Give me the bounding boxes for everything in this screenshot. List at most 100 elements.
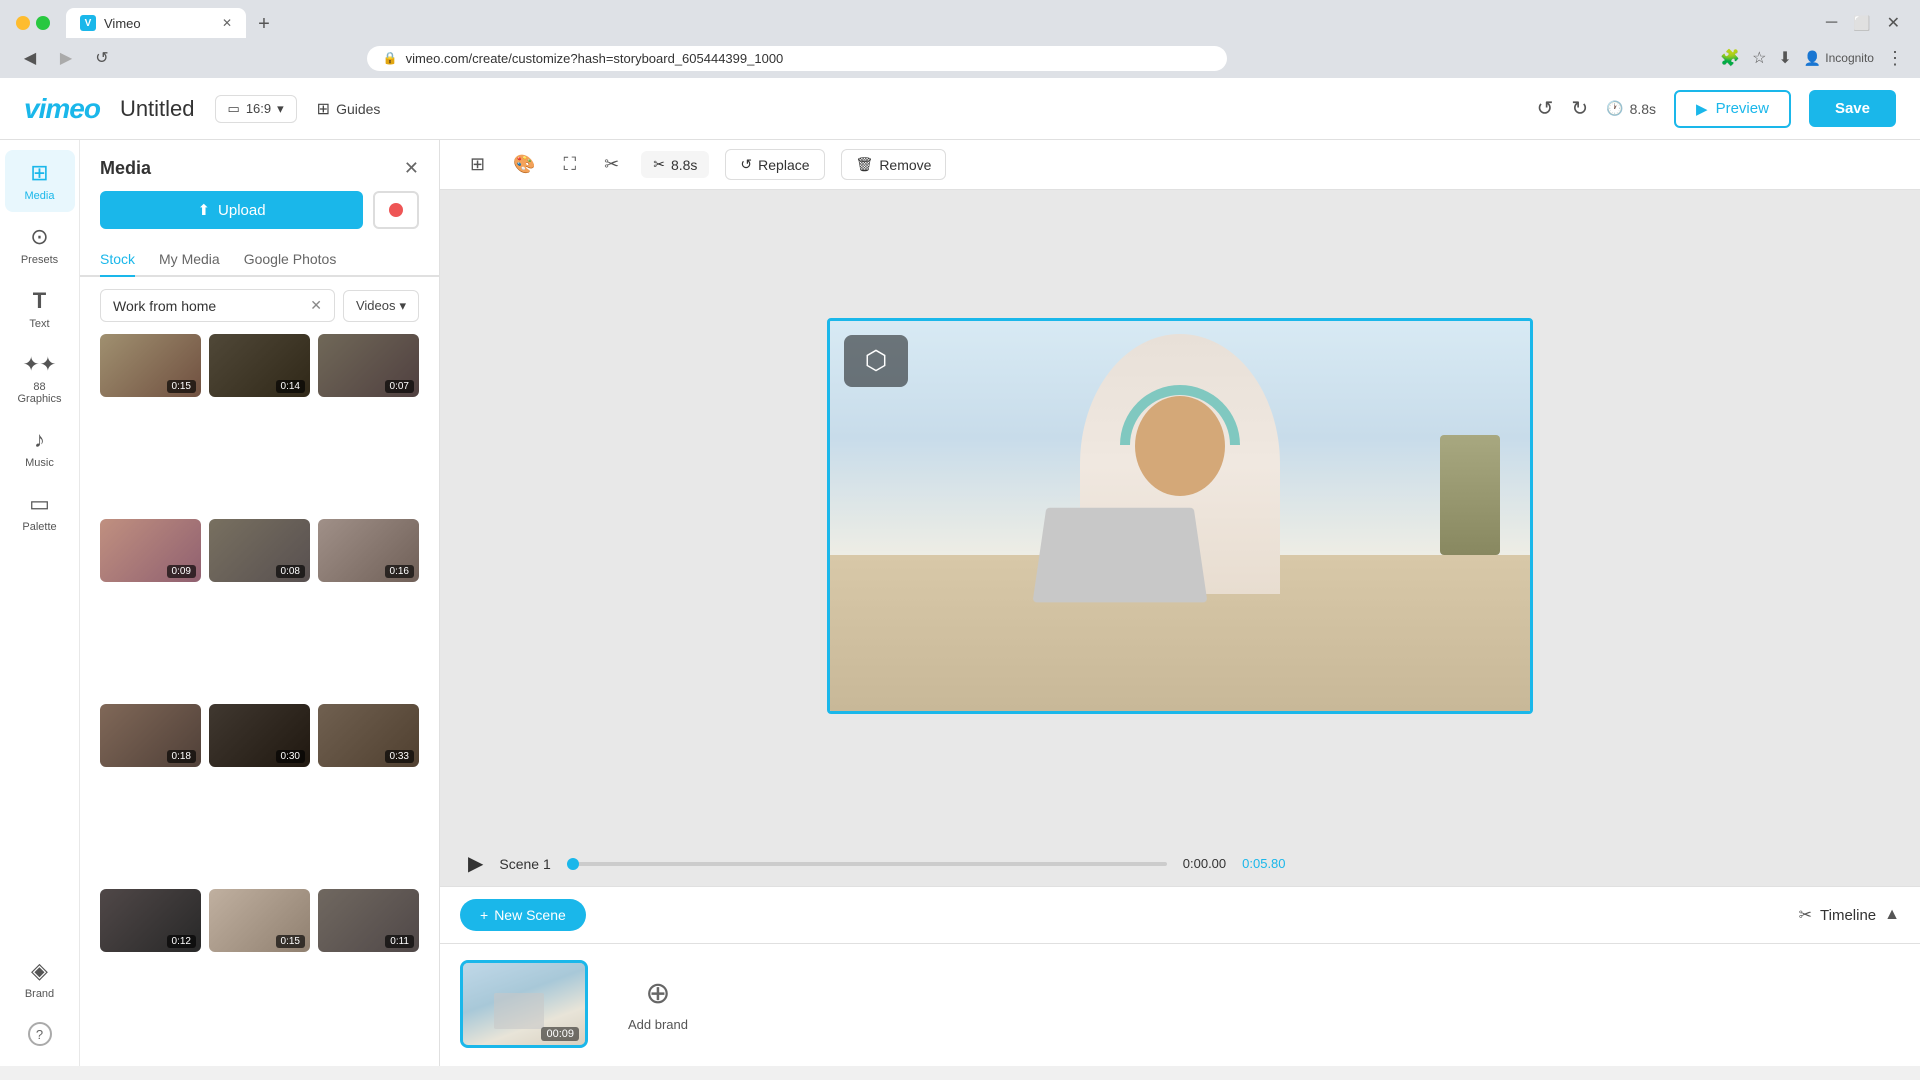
win-minimize-btn[interactable]: ─	[1826, 13, 1837, 33]
list-item[interactable]: 0:09	[100, 519, 201, 582]
music-icon: ♪	[34, 427, 45, 453]
remove-btn[interactable]: 🗑 Remove	[841, 149, 947, 180]
palette-label: Palette	[22, 521, 56, 533]
tab-stock[interactable]: Stock	[100, 243, 135, 277]
media-tabs: Stock My Media Google Photos	[80, 243, 439, 277]
time-current: 0:00.00	[1183, 856, 1226, 871]
extensions-btn[interactable]: 🧩	[1720, 48, 1740, 68]
guides-label: Guides	[336, 101, 380, 117]
address-bar[interactable]: 🔒 vimeo.com/create/customize?hash=storyb…	[367, 46, 1227, 71]
bookmark-btn[interactable]: ☆	[1752, 48, 1766, 68]
timeline-label-group: ✂ Timeline ▲	[1799, 905, 1900, 925]
browser-toolbar-right: 🧩 ☆ ⬇ 👤 Incognito ⋮	[1720, 48, 1904, 69]
new-tab-btn[interactable]: +	[250, 10, 278, 38]
guides-btn[interactable]: ⊞ Guides	[317, 99, 381, 119]
browser-addressbar: ◀ ▶ ↺ 🔒 vimeo.com/create/customize?hash=…	[0, 38, 1920, 78]
tab-my-media[interactable]: My Media	[159, 243, 220, 275]
replace-btn[interactable]: ↺ Replace	[725, 149, 824, 180]
add-brand-label: Add brand	[628, 1017, 688, 1032]
list-item[interactable]: 0:16	[318, 519, 419, 582]
scene-play-btn[interactable]: ▶	[468, 851, 483, 876]
timeline-collapse-btn[interactable]: ▲	[1884, 906, 1900, 924]
preview-label: Preview	[1716, 100, 1769, 117]
sidebar-help[interactable]: ?	[18, 1012, 62, 1056]
canvas-main: ⬡	[440, 190, 1920, 841]
color-picker-btn[interactable]: 🎨	[507, 148, 541, 181]
canvas-toolbar: ⊞ 🎨 ⛶ ✂ ✂ 8.8s ↺ Replace 🗑 Remove	[440, 140, 1920, 190]
search-value: Work from home	[113, 298, 216, 314]
scene-card-1[interactable]: 00:09	[460, 960, 588, 1048]
canvas-time-badge: ✂ 8.8s	[641, 151, 709, 178]
list-item[interactable]: 0:14	[209, 334, 310, 397]
progress-bar[interactable]	[567, 862, 1167, 866]
time-value: 8.8s	[1630, 101, 1656, 117]
list-item[interactable]: 0:30	[209, 704, 310, 767]
list-item[interactable]: 0:15	[100, 334, 201, 397]
close-panel-btn[interactable]: ✕	[404, 158, 419, 179]
sidebar-item-text[interactable]: T Text	[5, 278, 75, 340]
search-clear-btn[interactable]: ✕	[310, 297, 322, 314]
laptop	[1033, 508, 1208, 603]
sidebar-item-presets[interactable]: ⊙ Presets	[5, 214, 75, 276]
browser-titlebar: V Vimeo ✕ + ─ ⬜ ✕	[0, 0, 1920, 38]
win-restore-btn[interactable]: ⬜	[1853, 13, 1870, 33]
play-icon: ▶	[1696, 100, 1708, 118]
topbar-right: ↺ ↻ 🕐 8.8s ▶ Preview Save	[1537, 90, 1896, 128]
search-box[interactable]: Work from home ✕	[100, 289, 335, 322]
thumb-duration: 0:16	[385, 565, 414, 578]
tab-google-photos[interactable]: Google Photos	[244, 243, 337, 275]
url-text: vimeo.com/create/customize?hash=storyboa…	[406, 51, 784, 66]
list-item[interactable]: 0:07	[318, 334, 419, 397]
save-btn[interactable]: Save	[1809, 90, 1896, 127]
list-item[interactable]: 0:33	[318, 704, 419, 767]
sidebar-item-palette[interactable]: ▭ Palette	[5, 481, 75, 543]
crop-btn[interactable]: ✂	[598, 148, 625, 181]
profile-btn[interactable]: 👤 Incognito	[1804, 50, 1874, 67]
aspect-ratio-icon: ▭	[228, 101, 240, 117]
sidebar-item-media[interactable]: ⊞ Media	[5, 150, 75, 212]
minimize-btn[interactable]	[16, 16, 30, 30]
palette-icon: ▭	[29, 491, 50, 517]
grid-view-btn[interactable]: ⊞	[464, 148, 491, 181]
undo-btn[interactable]: ↺	[1537, 96, 1554, 121]
new-scene-btn[interactable]: + New Scene	[460, 899, 586, 931]
video-preview[interactable]	[830, 321, 1530, 711]
text-label: Text	[29, 318, 49, 330]
list-item[interactable]: 0:15	[209, 889, 310, 952]
thumb-duration: 0:09	[167, 565, 196, 578]
list-item[interactable]: 0:12	[100, 889, 201, 952]
record-btn[interactable]	[373, 191, 419, 229]
media-panel-header: Media ✕	[80, 140, 439, 191]
redo-btn[interactable]: ↻	[1571, 96, 1588, 121]
menu-btn[interactable]: ⋮	[1886, 48, 1904, 69]
download-btn[interactable]: ⬇	[1778, 48, 1791, 68]
aspect-ratio-selector[interactable]: ▭ 16:9 ▾	[215, 95, 297, 123]
scene-label: Scene 1	[499, 856, 550, 872]
win-close-btn[interactable]: ✕	[1887, 13, 1900, 33]
sidebar-item-music[interactable]: ♪ Music	[5, 417, 75, 479]
list-item[interactable]: 0:08	[209, 519, 310, 582]
presets-icon: ⊙	[30, 224, 48, 250]
preview-btn[interactable]: ▶ Preview	[1674, 90, 1791, 128]
tab-close-btn[interactable]: ✕	[222, 16, 232, 30]
save-label: Save	[1835, 100, 1870, 117]
scissors-timeline-icon: ✂	[1799, 905, 1812, 925]
active-tab[interactable]: V Vimeo ✕	[66, 8, 246, 38]
media-panel-title: Media	[100, 158, 151, 179]
upload-btn[interactable]: ⬆ Upload	[100, 191, 363, 229]
list-item[interactable]: 0:18	[100, 704, 201, 767]
back-btn[interactable]: ◀	[16, 44, 44, 72]
lock-icon: 🔒	[383, 51, 398, 65]
plus-icon: +	[480, 907, 488, 923]
brand-label: Brand	[25, 988, 54, 1000]
refresh-btn[interactable]: ↺	[88, 44, 116, 72]
scissors-icon: ✂	[653, 156, 665, 173]
sidebar-item-graphics[interactable]: ✦✦ 88 Graphics	[5, 342, 75, 415]
sidebar-item-brand[interactable]: ◈ Brand	[5, 948, 75, 1010]
forward-btn[interactable]: ▶	[52, 44, 80, 72]
filter-btn[interactable]: Videos ▾	[343, 290, 419, 322]
list-item[interactable]: 0:11	[318, 889, 419, 952]
fullscreen-btn[interactable]: ⛶	[558, 148, 583, 181]
add-brand-btn[interactable]: ⊕ Add brand	[604, 960, 712, 1048]
maximize-btn[interactable]	[36, 16, 50, 30]
